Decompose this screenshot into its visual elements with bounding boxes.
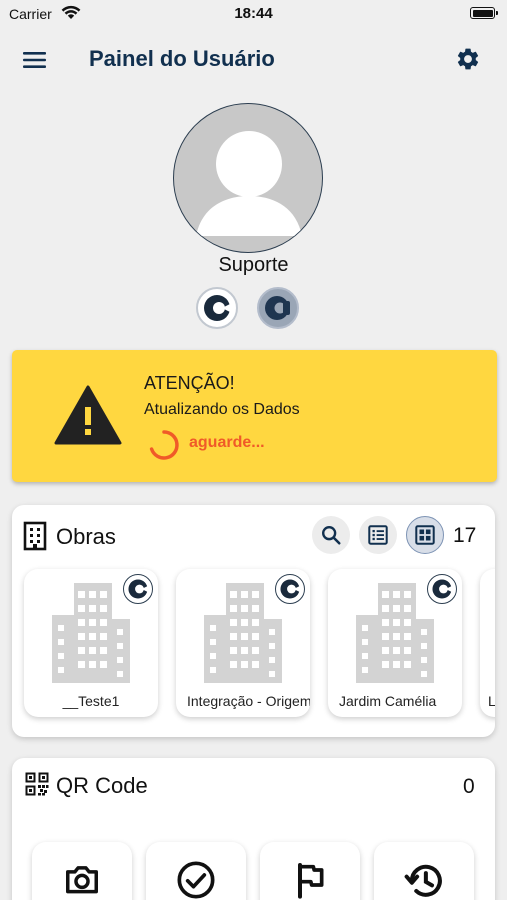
company-logo-icon <box>123 574 153 604</box>
grid-icon <box>415 525 435 545</box>
history-button[interactable] <box>374 842 474 900</box>
flag-button[interactable] <box>260 842 360 900</box>
loading-spinner-icon <box>147 428 181 467</box>
avatar[interactable] <box>173 103 323 253</box>
qr-card: QR Code 0 <box>12 758 495 900</box>
search-button[interactable] <box>312 516 350 554</box>
company-logo-alt-icon[interactable] <box>257 287 299 329</box>
obras-card: Obras 17 __Teste1 Integração - Origem Ja… <box>12 505 495 737</box>
history-icon <box>404 864 442 897</box>
user-name: Suporte <box>218 254 289 276</box>
obra-label: __Teste1 <box>62 693 120 709</box>
page-title: Painel do Usuário <box>89 46 275 71</box>
check-circle-icon <box>177 861 215 899</box>
obra-label: Integração - Origem <box>187 693 310 709</box>
company-logo-icon <box>427 574 457 604</box>
qr-count: 0 <box>463 775 475 798</box>
obra-tile[interactable]: __Teste1 <box>24 569 158 717</box>
alert-wait-text: aguarde... <box>189 434 265 451</box>
clock: 18:44 <box>234 5 273 22</box>
qr-title: QR Code <box>56 773 148 798</box>
obra-tile[interactable]: Jardim Camélia <box>328 569 462 717</box>
company-logo-icon[interactable] <box>196 287 238 329</box>
menu-icon[interactable] <box>22 48 48 72</box>
obra-label: L <box>488 693 495 709</box>
company-logo-icon <box>275 574 305 604</box>
battery-icon <box>470 7 498 19</box>
camera-icon <box>66 866 98 894</box>
building-placeholder-icon <box>204 583 282 683</box>
obras-count: 17 <box>453 524 477 547</box>
building-placeholder-icon <box>356 583 434 683</box>
list-icon <box>368 525 388 545</box>
list-view-button[interactable] <box>359 516 397 554</box>
alert-message: Atualizando os Dados <box>144 401 300 418</box>
obra-tile[interactable]: L <box>480 569 495 717</box>
qr-code-icon <box>25 772 49 801</box>
search-icon <box>322 526 341 545</box>
alert-title: ATENÇÃO! <box>144 373 235 393</box>
building-placeholder-icon <box>52 583 130 683</box>
gear-icon[interactable] <box>455 46 481 72</box>
status-bar: Carrier 18:44 <box>0 0 507 28</box>
flag-icon <box>298 863 324 899</box>
update-alert: ATENÇÃO! Atualizando os Dados aguarde... <box>12 350 497 482</box>
app-bar: Painel do Usuário <box>0 28 507 92</box>
camera-button[interactable] <box>32 842 132 900</box>
warning-icon <box>54 385 122 450</box>
obra-label: Jardim Camélia <box>339 693 437 709</box>
obra-tile[interactable]: Integração - Origem <box>176 569 310 717</box>
obras-title: Obras <box>56 524 116 549</box>
check-button[interactable] <box>146 842 246 900</box>
building-icon <box>22 521 48 556</box>
grid-view-button[interactable] <box>406 516 444 554</box>
